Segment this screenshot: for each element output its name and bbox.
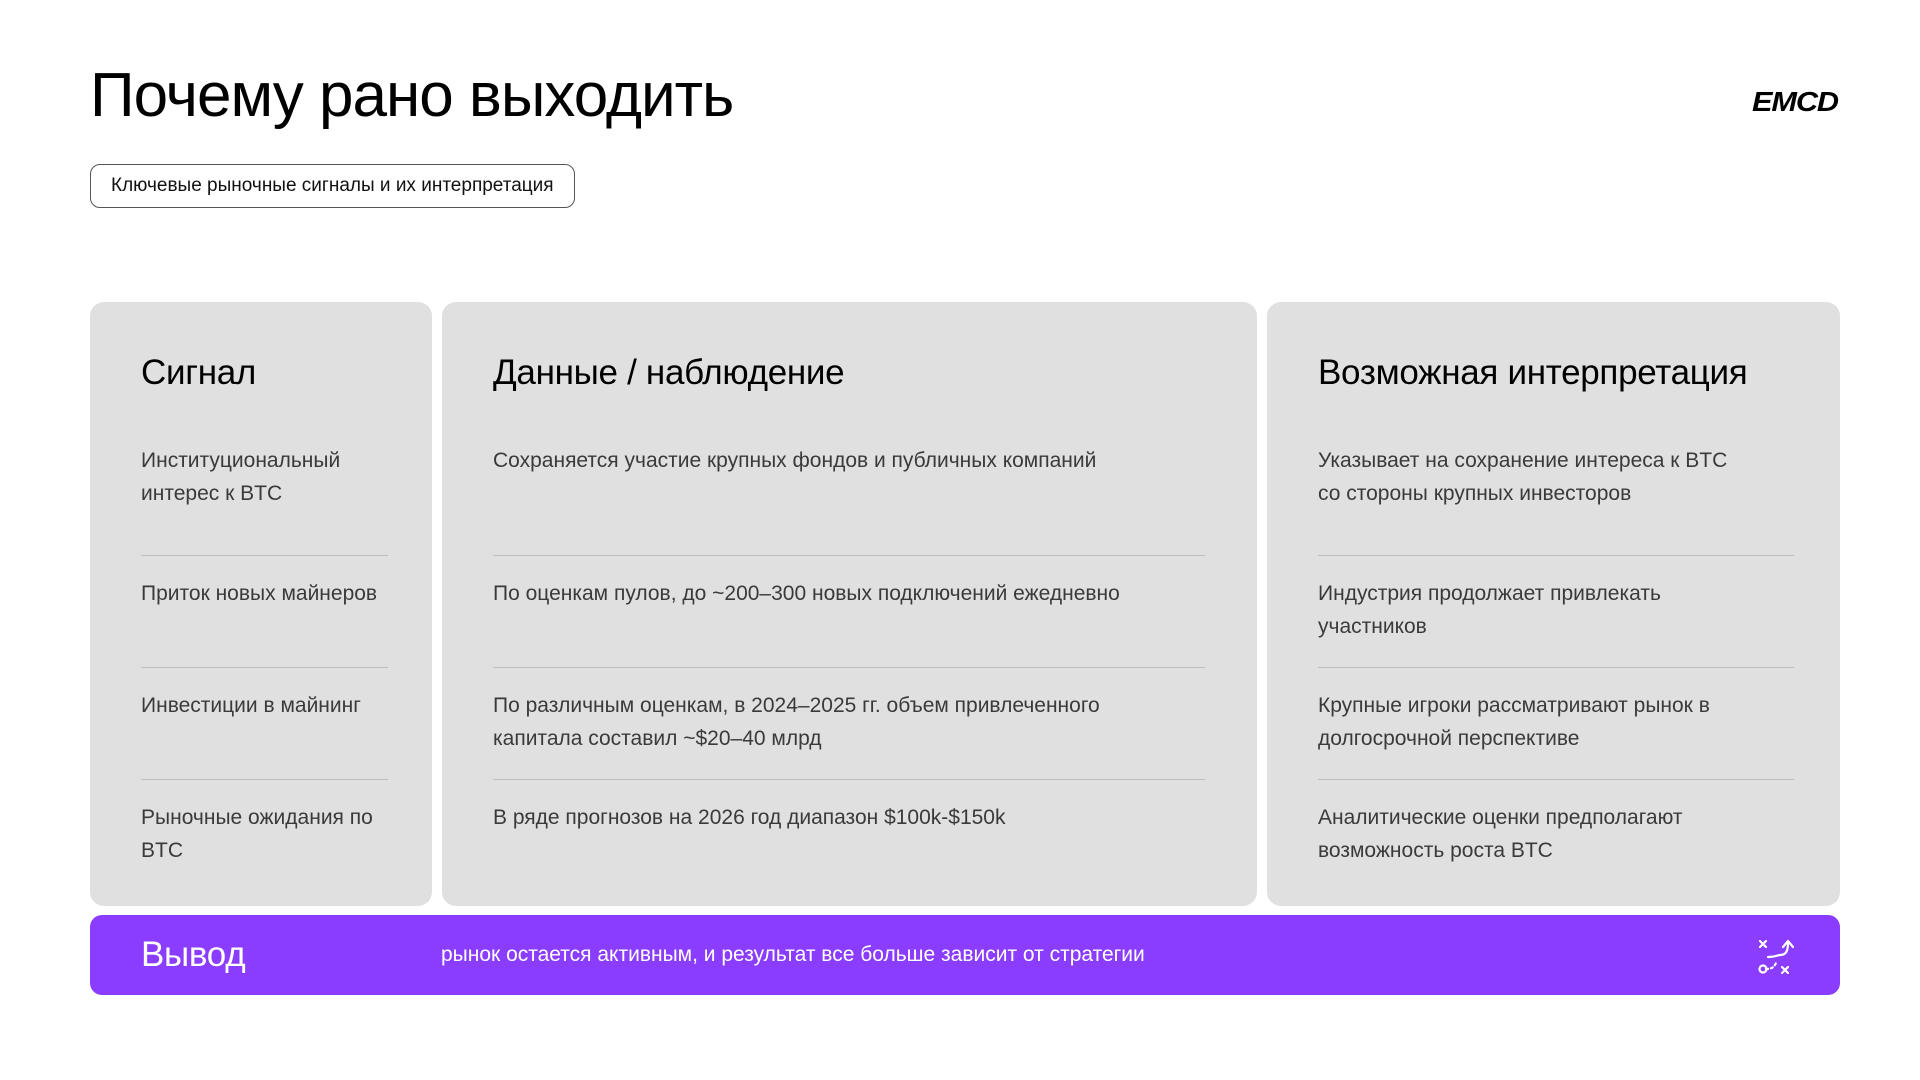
table-row: В ряде прогнозов на 2026 год диапазон $1… bbox=[493, 780, 1205, 892]
interpretation-card: Возможная интерпретация Указывает на сох… bbox=[1267, 302, 1840, 906]
signal-cell: Инвестиции в майнинг bbox=[141, 694, 361, 717]
table-row: Крупные игроки рассматривают рынок в дол… bbox=[1318, 668, 1794, 780]
slide: Почему рано выходить Ключевые рыночные с… bbox=[0, 0, 1920, 1080]
data-card: Данные / наблюдение Сохраняется участие … bbox=[442, 302, 1257, 906]
table-row: Индустрия продолжает привлекать участник… bbox=[1318, 556, 1794, 668]
signal-rows: Институциональный интерес к BTC Приток н… bbox=[141, 444, 388, 892]
table-row: Рыночные ожидания по BTC bbox=[141, 780, 388, 892]
page-title: Почему рано выходить bbox=[90, 61, 734, 130]
interpretation-cell: Указывает на сохранение интереса к BTC с… bbox=[1318, 449, 1728, 505]
interpretation-rows: Указывает на сохранение интереса к BTC с… bbox=[1318, 444, 1794, 892]
interpretation-cell: Крупные игроки рассматривают рынок в дол… bbox=[1318, 694, 1710, 750]
signal-cell: Приток новых майнеров bbox=[141, 582, 378, 605]
data-cell: Сохраняется участие крупных фондов и пуб… bbox=[493, 449, 1097, 472]
signal-heading: Сигнал bbox=[141, 353, 257, 392]
table-row: Инвестиции в майнинг bbox=[141, 668, 388, 780]
table-row: Указывает на сохранение интереса к BTC с… bbox=[1318, 444, 1794, 556]
table-row: По различным оценкам, в 2024–2025 гг. об… bbox=[493, 668, 1205, 780]
interpretation-heading: Возможная интерпретация bbox=[1318, 353, 1748, 392]
table-row: Сохраняется участие крупных фондов и пуб… bbox=[493, 444, 1205, 556]
conclusion-bar: Вывод рынок остается активным, и результ… bbox=[90, 915, 1840, 995]
subtitle-text: Ключевые рыночные сигналы и их интерпрет… bbox=[111, 175, 554, 196]
data-cell: По оценкам пулов, до ~200–300 новых подк… bbox=[493, 582, 1120, 605]
signal-cell: Институциональный интерес к BTC bbox=[141, 449, 341, 505]
subtitle-badge: Ключевые рыночные сигналы и их интерпрет… bbox=[90, 164, 575, 208]
interpretation-cell: Индустрия продолжает привлекать участник… bbox=[1318, 582, 1661, 638]
table-row: По оценкам пулов, до ~200–300 новых подк… bbox=[493, 556, 1205, 668]
conclusion-label: Вывод bbox=[141, 935, 246, 974]
emcd-logo: EMCD bbox=[1752, 86, 1840, 116]
data-rows: Сохраняется участие крупных фондов и пуб… bbox=[493, 444, 1205, 892]
signal-cell: Рыночные ожидания по BTC bbox=[141, 806, 373, 862]
table-row: Аналитические оценки предполагают возмож… bbox=[1318, 780, 1794, 892]
table-row: Институциональный интерес к BTC bbox=[141, 444, 388, 556]
signal-card: Сигнал Институциональный интерес к BTC П… bbox=[90, 302, 432, 906]
conclusion-text: рынок остается активным, и результат все… bbox=[441, 943, 1145, 966]
data-heading: Данные / наблюдение bbox=[493, 353, 845, 392]
table-row: Приток новых майнеров bbox=[141, 556, 388, 668]
data-cell: По различным оценкам, в 2024–2025 гг. об… bbox=[493, 694, 1100, 750]
interpretation-cell: Аналитические оценки предполагают возмож… bbox=[1318, 806, 1683, 862]
strategy-icon bbox=[1758, 939, 1794, 975]
logo-text: EMCD bbox=[1752, 86, 1839, 116]
data-cell: В ряде прогнозов на 2026 год диапазон $1… bbox=[493, 806, 1006, 829]
